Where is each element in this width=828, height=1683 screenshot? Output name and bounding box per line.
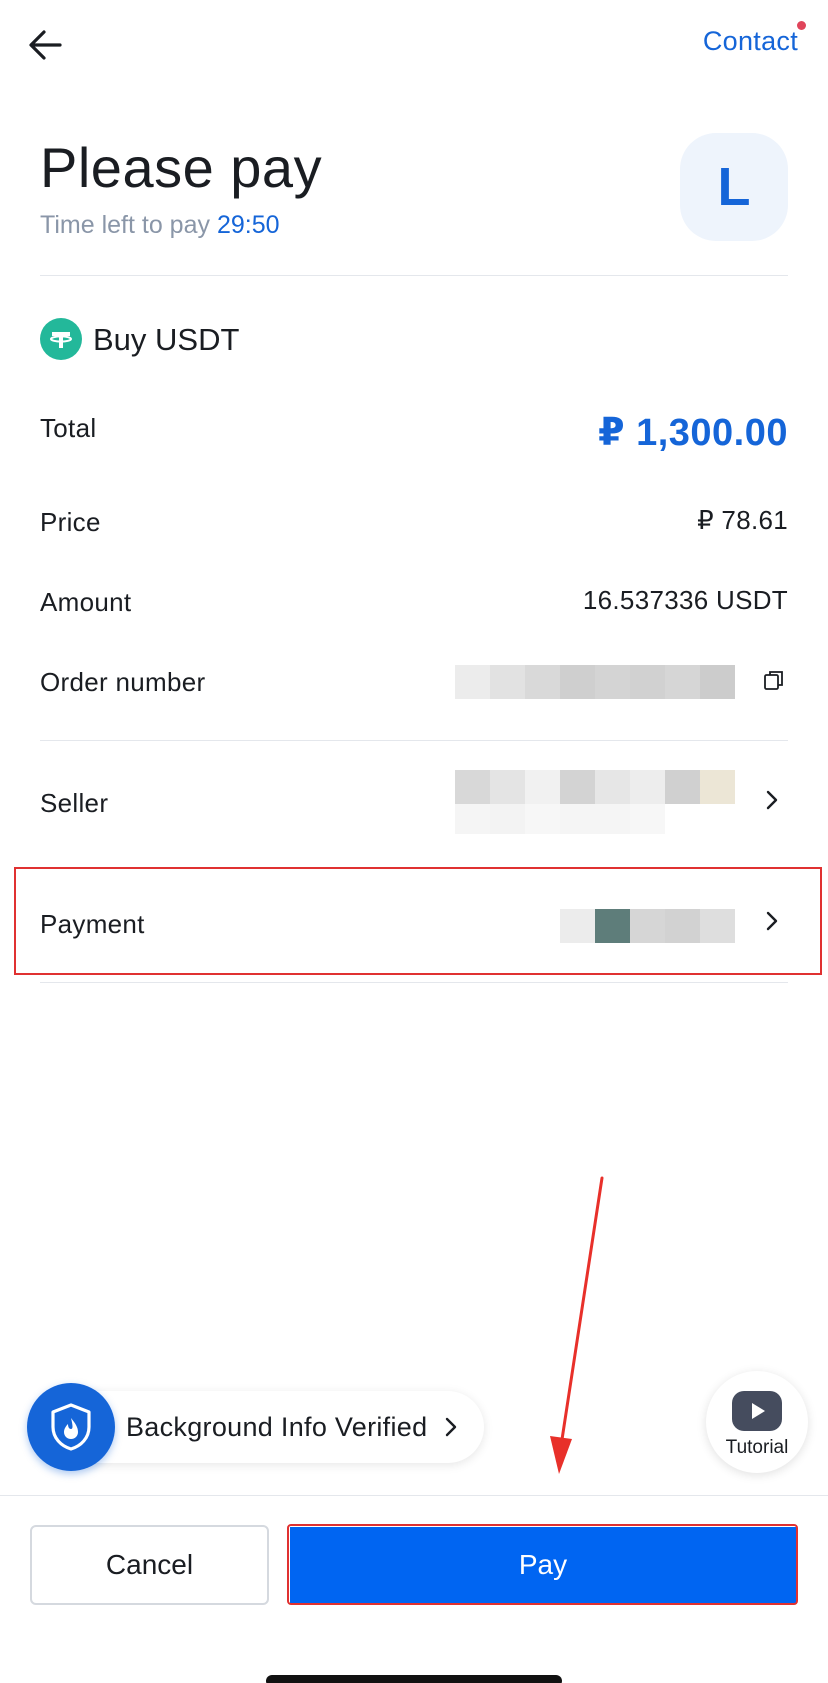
- shield-icon[interactable]: [27, 1383, 115, 1471]
- time-left-row: Time left to pay 29:50: [40, 211, 280, 240]
- chevron-right-icon: [766, 790, 778, 810]
- bottom-bar-divider: [0, 1495, 828, 1496]
- total-label: Total: [40, 413, 97, 443]
- notification-dot: [797, 21, 806, 30]
- order-number-label: Order number: [40, 667, 206, 697]
- payment-highlight-box: [14, 867, 822, 975]
- page-title: Please pay: [40, 136, 323, 199]
- copy-icon[interactable]: [762, 668, 786, 692]
- seller-name-redacted: [455, 770, 735, 834]
- amount-label: Amount: [40, 587, 132, 617]
- price-value: ₽ 78.61: [697, 505, 788, 535]
- seller-label: Seller: [40, 788, 109, 818]
- amount-value: 16.537336 USDT: [582, 585, 788, 615]
- tutorial-label: Tutorial: [725, 1437, 789, 1458]
- home-indicator: [266, 1675, 562, 1683]
- back-arrow-icon: [29, 30, 62, 60]
- play-icon: [732, 1391, 782, 1431]
- chevron-right-icon: [446, 1417, 457, 1437]
- avatar-letter: L: [717, 157, 751, 217]
- contact-button[interactable]: Contact: [702, 21, 806, 57]
- order-heading: Buy USDT: [93, 322, 240, 357]
- contact-label: Contact: [702, 26, 798, 56]
- order-number-redacted: [455, 665, 735, 699]
- pay-highlight-box: [287, 1524, 798, 1605]
- tutorial-button[interactable]: Tutorial: [706, 1371, 808, 1473]
- annotation-arrow-icon: [550, 1176, 604, 1474]
- price-label: Price: [40, 507, 101, 537]
- countdown-timer: 29:50: [216, 211, 280, 239]
- verified-label: Background Info Verified: [126, 1411, 428, 1442]
- divider: [40, 982, 788, 983]
- background-verified-button[interactable]: Background Info Verified: [60, 1391, 484, 1463]
- total-value: ₽ 1,300.00: [598, 412, 788, 454]
- time-left-label: Time left to pay: [40, 211, 210, 239]
- divider: [40, 275, 788, 276]
- seller-row[interactable]: Seller: [0, 750, 828, 855]
- back-button[interactable]: [24, 22, 70, 68]
- cancel-button[interactable]: Cancel: [30, 1525, 269, 1605]
- seller-avatar: L: [680, 133, 788, 241]
- divider: [40, 740, 788, 741]
- tether-icon: [40, 318, 82, 360]
